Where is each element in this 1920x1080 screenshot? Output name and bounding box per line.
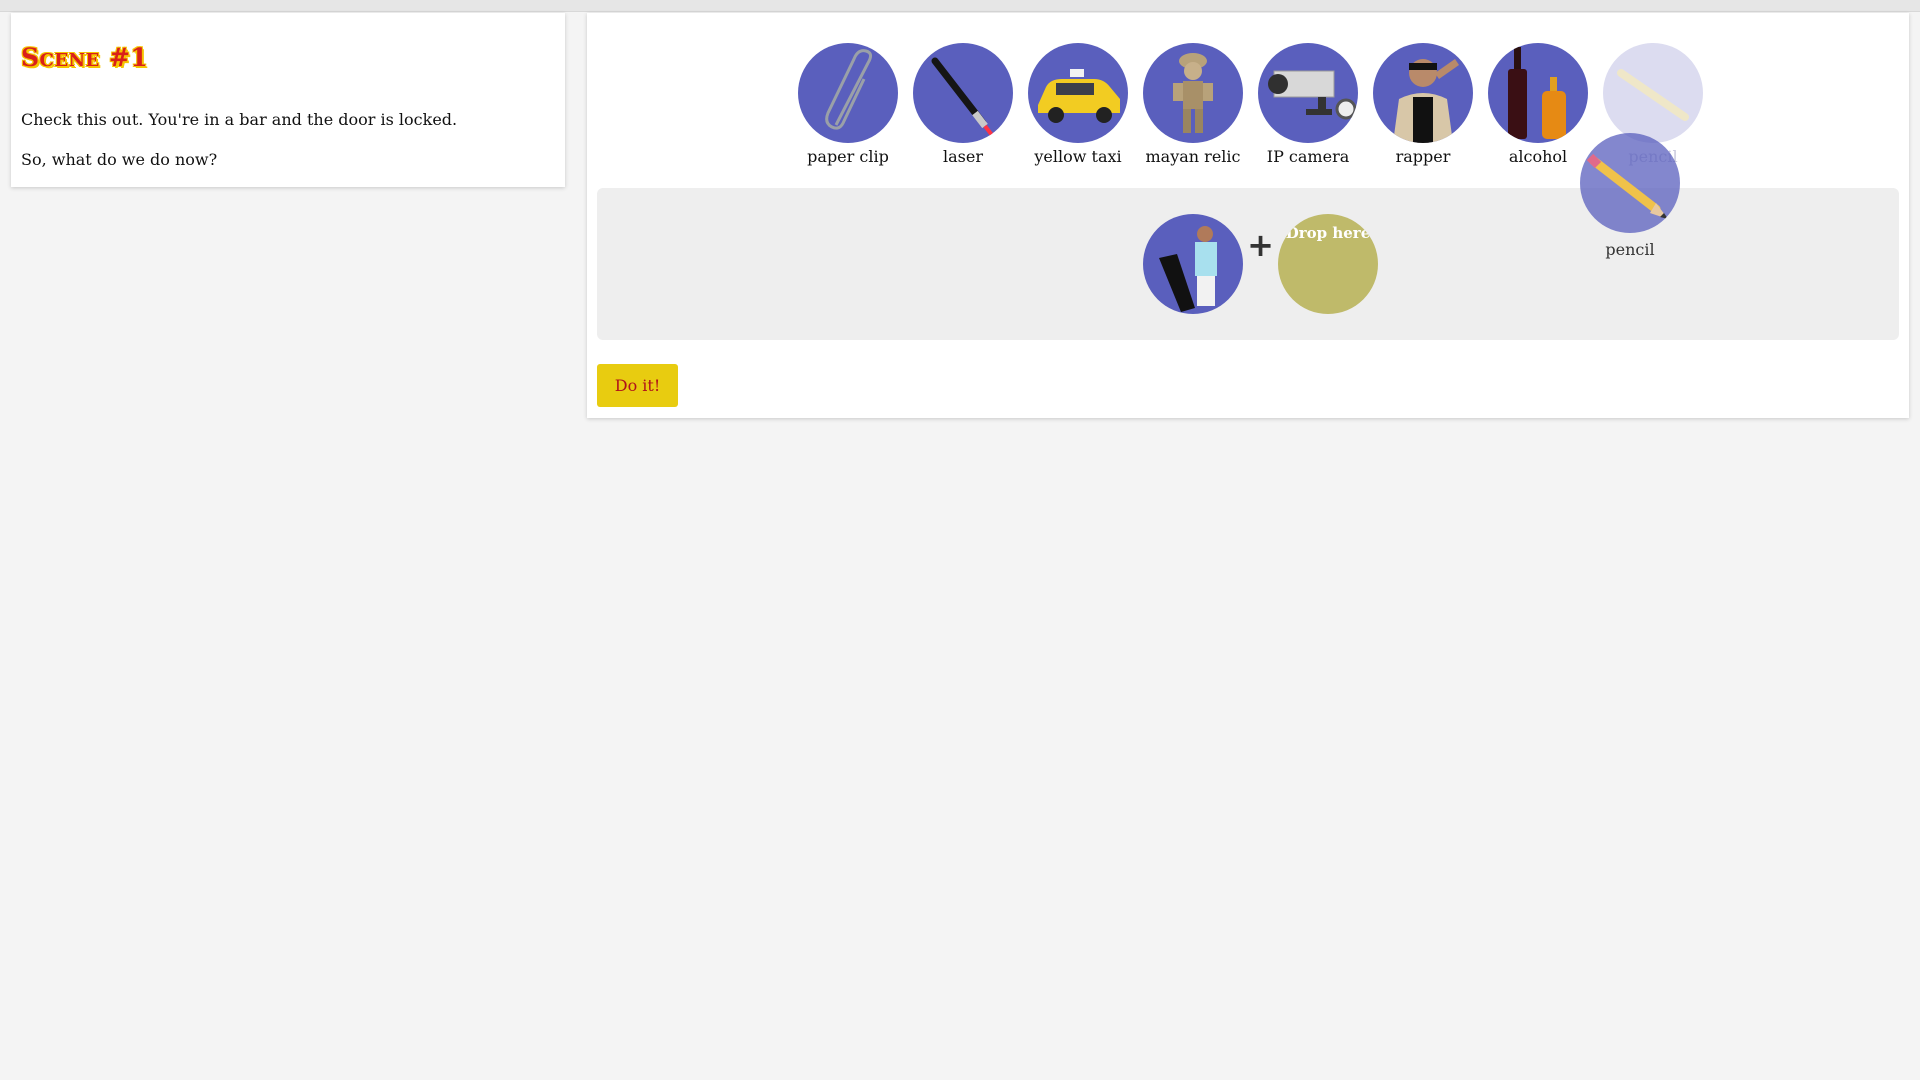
bottles-icon <box>1488 43 1588 143</box>
laser-pointer-icon <box>913 43 1013 143</box>
game-panel: paper clip laser yellow taxi mayan relic… <box>587 13 1909 418</box>
inventory-item-mayan-relic[interactable]: mayan relic <box>1138 43 1248 166</box>
drop-target[interactable]: Drop here <box>1278 214 1378 314</box>
pencil-icon <box>1580 133 1680 233</box>
item-label: alcohol <box>1508 147 1568 166</box>
inventory-item-laser[interactable]: laser <box>908 43 1018 166</box>
item-label: yellow taxi <box>1034 147 1122 166</box>
item-label: paper clip <box>807 147 889 166</box>
inventory-item-rapper[interactable]: rapper <box>1368 43 1478 166</box>
plus-sign: + <box>1247 226 1274 264</box>
inventory-item-ip-camera[interactable]: IP camera <box>1253 43 1363 166</box>
top-border <box>0 0 1920 12</box>
drop-placeholder: Drop here <box>1285 224 1371 242</box>
do-it-button[interactable]: Do it! <box>597 364 678 407</box>
scene-title: Scene #1 <box>21 43 149 72</box>
scene-card: Scene #1 Check this out. You're in a bar… <box>11 13 565 187</box>
paper-clip-icon <box>798 43 898 143</box>
inventory-item-alcohol[interactable]: alcohol <box>1483 43 1593 166</box>
item-label: rapper <box>1395 147 1451 166</box>
pencil-icon <box>1603 43 1703 143</box>
scene-question: So, what do we do now? <box>21 150 218 169</box>
inventory-item-paper-clip[interactable]: paper clip <box>793 43 903 166</box>
item-label: IP camera <box>1266 147 1350 166</box>
relic-statue-icon <box>1143 43 1243 143</box>
inventory-item-yellow-taxi[interactable]: yellow taxi <box>1023 43 1133 166</box>
item-label: laser <box>943 147 983 166</box>
dragged-item-pencil[interactable]: pencil <box>1580 133 1680 259</box>
combo-slot-first[interactable] <box>1143 214 1243 314</box>
scene-description: Check this out. You're in a bar and the … <box>21 110 458 129</box>
dragged-item-label: pencil <box>1605 240 1655 259</box>
rapper-icon <box>1373 43 1473 143</box>
camera-icon <box>1258 43 1358 143</box>
man-with-trousers-icon <box>1159 226 1217 312</box>
item-label: mayan relic <box>1145 147 1241 166</box>
taxi-icon <box>1028 43 1128 143</box>
combination-area: + Drop here <box>597 188 1899 340</box>
